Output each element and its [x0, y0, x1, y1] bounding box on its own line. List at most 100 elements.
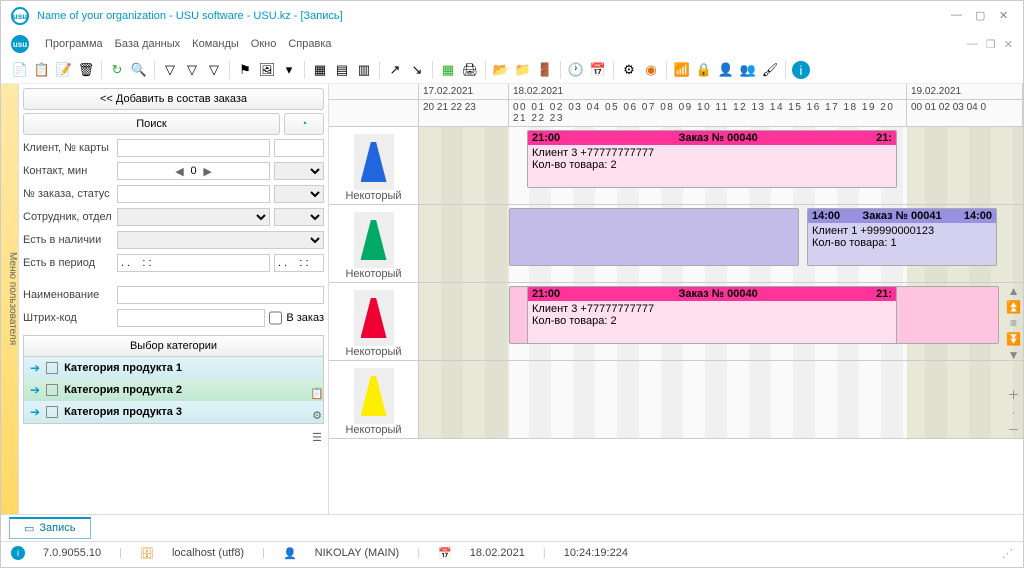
nav-collapse-icon[interactable]: ≡ [1006, 316, 1021, 330]
tool1-icon[interactable]: ▦ [311, 61, 329, 79]
label-client: Клиент, № карты [23, 142, 113, 154]
color-icon[interactable]: ◉ [642, 61, 660, 79]
period-to-input[interactable] [274, 254, 324, 272]
category-checkbox[interactable] [46, 362, 58, 374]
category-row-2[interactable]: ➔Категория продукта 2 [24, 379, 323, 401]
mdi-close-icon[interactable]: ✕ [1004, 38, 1013, 51]
list-panel-icon[interactable]: ☰ [308, 428, 326, 446]
user1-icon[interactable]: 👤 [717, 61, 735, 79]
order-block-1[interactable]: 21:00Заказ № 0004021: Клиент 3 +77777777… [527, 130, 897, 188]
search-aux-button[interactable]: ◔ [284, 113, 324, 135]
order-block-2[interactable]: 14:00Заказ № 0004114:00 Клиент 1 +999900… [807, 208, 997, 266]
menu-help[interactable]: Справка [288, 38, 331, 50]
spin-right-icon[interactable]: ▶ [201, 165, 215, 178]
category-row-3[interactable]: ➔Категория продукта 3 [24, 401, 323, 423]
zoom-reset-icon[interactable]: · [1006, 405, 1021, 419]
employee-select[interactable] [117, 208, 270, 226]
maximize-icon[interactable]: ▢ [975, 9, 989, 23]
exit-icon[interactable]: 🚪 [536, 61, 554, 79]
nav-up-icon[interactable]: ▲ [1006, 284, 1021, 298]
app-logo-icon: usu [11, 7, 29, 25]
category-row-1[interactable]: ➔Категория продукта 1 [24, 357, 323, 379]
brush-icon[interactable]: 🖌 [761, 61, 779, 79]
filter3-icon[interactable]: ▽ [205, 61, 223, 79]
menu-window[interactable]: Окно [251, 38, 277, 50]
name-input[interactable] [117, 286, 324, 304]
image-icon[interactable]: 🖼 [258, 61, 276, 79]
add-to-order-button[interactable]: << Добавить в состав заказа [23, 88, 324, 110]
tool3-icon[interactable]: ▥ [355, 61, 373, 79]
tab-icon: ▭ [24, 522, 34, 535]
nav-double-up-icon[interactable]: ⏫ [1006, 300, 1021, 314]
contact-select[interactable] [274, 162, 324, 180]
zoom-out-icon[interactable]: － [1006, 421, 1021, 438]
sidebar-user-menu-tab[interactable]: Меню пользователя [1, 84, 19, 514]
zoom-in-icon[interactable]: ＋ [1006, 386, 1021, 403]
period-from-input[interactable] [117, 254, 270, 272]
category-panel: Выбор категории ➔Категория продукта 1 ➔К… [23, 335, 324, 424]
date-header-1: 17.02.2021 [419, 84, 509, 99]
spin-left-icon[interactable]: ◀ [172, 165, 186, 178]
calendar-icon[interactable]: 📅 [589, 61, 607, 79]
close-icon[interactable]: ✕ [999, 9, 1013, 23]
hours-2: 00 01 02 03 04 05 06 07 08 09 10 11 12 1… [509, 100, 907, 126]
status-info-icon[interactable]: i [11, 546, 25, 560]
tab-record[interactable]: ▭Запись [9, 517, 91, 539]
flag-icon[interactable]: ⚑ [236, 61, 254, 79]
users-icon[interactable]: 👥 [739, 61, 757, 79]
info-icon[interactable]: i [792, 61, 810, 79]
menu-program[interactable]: Программа [45, 38, 103, 50]
resize-grip-icon[interactable]: ⋰ [1002, 547, 1013, 560]
rss-icon[interactable]: 📶 [673, 61, 691, 79]
copy-icon[interactable]: 📋 [33, 61, 51, 79]
dept-select[interactable] [274, 208, 324, 226]
instock-select[interactable] [117, 231, 324, 249]
chevron-down-icon[interactable]: ▾ [280, 61, 298, 79]
open-icon[interactable]: 📂 [492, 61, 510, 79]
menu-commands[interactable]: Команды [192, 38, 239, 50]
print-icon[interactable]: 🖨 [461, 61, 479, 79]
search-icon[interactable]: 🔍 [130, 61, 148, 79]
order-input[interactable] [117, 185, 270, 203]
nav-down-icon[interactable]: ▼ [1006, 348, 1021, 362]
delete-icon[interactable]: 🗑 [77, 61, 95, 79]
category-checkbox[interactable] [46, 406, 58, 418]
refresh-icon[interactable]: ↻ [108, 61, 126, 79]
db-icon: 🗄 [140, 547, 154, 560]
copy-panel-icon[interactable]: 📋 [308, 384, 326, 402]
excel-icon[interactable]: ▦ [439, 61, 457, 79]
export-icon[interactable]: ↗ [386, 61, 404, 79]
mdi-minimize-icon[interactable]: — [967, 38, 978, 51]
mdi-restore-icon[interactable]: ❐ [986, 38, 996, 51]
brand-icon[interactable]: usu [11, 35, 29, 53]
nav-double-down-icon[interactable]: ⏬ [1006, 332, 1021, 346]
new-icon[interactable]: 📄 [11, 61, 29, 79]
edit-icon[interactable]: 📝 [55, 61, 73, 79]
status-date: 18.02.2021 [470, 547, 525, 559]
client-input[interactable] [117, 139, 270, 157]
card-input[interactable] [274, 139, 324, 157]
product-thumb-1 [354, 134, 394, 190]
date-header-2: 18.02.2021 [509, 84, 907, 99]
category-checkbox[interactable] [46, 384, 58, 396]
filter2-icon[interactable]: ▽ [183, 61, 201, 79]
titlebar: usu Name of your organization - USU soft… [1, 1, 1023, 31]
menu-database[interactable]: База данных [115, 38, 181, 50]
settings-panel-icon[interactable]: ⚙ [308, 406, 326, 424]
order-block-3[interactable]: 21:00Заказ № 0004021: Клиент 3 +77777777… [527, 286, 897, 344]
barcode-input[interactable] [117, 309, 265, 327]
gear-icon[interactable]: ⚙ [620, 61, 638, 79]
status-select[interactable] [274, 185, 324, 203]
toolbar: 📄 📋 📝 🗑 ↻ 🔍 ▽ ▽ ▽ ⚑ 🖼 ▾ ▦ ▤ ▥ ↗ ↘ ▦ 🖨 📂 … [1, 57, 1023, 84]
contact-spinner[interactable]: ◀ 0 ▶ [117, 162, 270, 180]
filter-panel: << Добавить в состав заказа Поиск ◔ Клие… [19, 84, 329, 514]
search-button[interactable]: Поиск [23, 113, 280, 135]
import-icon[interactable]: ↘ [408, 61, 426, 79]
filter-icon[interactable]: ▽ [161, 61, 179, 79]
clock-icon[interactable]: 🕐 [567, 61, 585, 79]
minimize-icon[interactable]: — [951, 9, 965, 23]
lock-icon[interactable]: 🔒 [695, 61, 713, 79]
tool2-icon[interactable]: ▤ [333, 61, 351, 79]
folder-icon[interactable]: 📁 [514, 61, 532, 79]
inorder-checkbox[interactable] [269, 309, 282, 327]
